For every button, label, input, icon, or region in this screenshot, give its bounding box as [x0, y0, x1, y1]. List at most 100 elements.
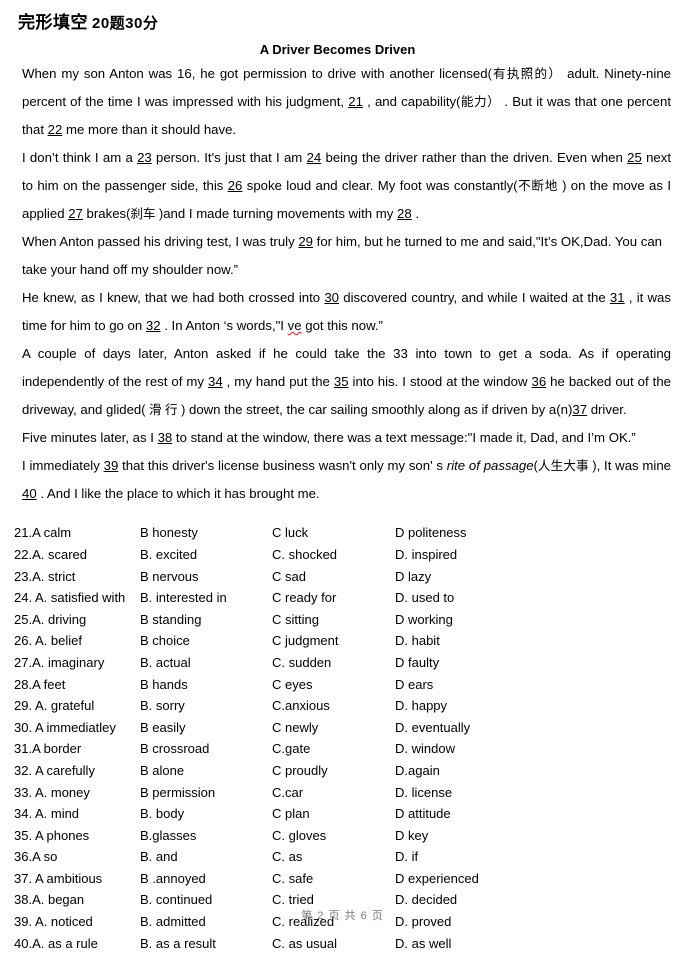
option-choice-d[interactable]: D.again	[395, 763, 440, 778]
option-choice-d[interactable]: D. decided	[395, 892, 457, 907]
option-choice-c[interactable]: C. shocked	[272, 547, 395, 562]
option-choice-b[interactable]: B.glasses	[140, 828, 272, 843]
option-choice-d[interactable]: D lazy	[395, 569, 431, 584]
option-choice-d[interactable]: D working	[395, 612, 453, 627]
option-choice-d[interactable]: D ears	[395, 677, 433, 692]
option-choice-a[interactable]: 24. A. satisfied with	[14, 590, 140, 605]
option-choice-c[interactable]: C sitting	[272, 612, 395, 627]
option-choice-c[interactable]: C.car	[272, 785, 395, 800]
cloze-blank-34: 34	[207, 374, 223, 390]
option-choice-a[interactable]: 21.A calm	[14, 525, 140, 540]
option-choice-d[interactable]: D. eventually	[395, 720, 470, 735]
option-choice-c[interactable]: C.anxious	[272, 698, 395, 713]
option-choice-b[interactable]: B hands	[140, 677, 272, 692]
option-choice-b[interactable]: B .annoyed	[140, 871, 272, 886]
option-choice-d[interactable]: D attitude	[395, 806, 451, 821]
option-choice-c[interactable]: C eyes	[272, 677, 395, 692]
option-number: 32.	[14, 762, 35, 778]
option-choice-d[interactable]: D. as well	[395, 936, 451, 951]
option-choice-a[interactable]: 25.A. driving	[14, 612, 140, 627]
option-choice-a[interactable]: 22.A. scared	[14, 547, 140, 562]
option-choice-c[interactable]: C plan	[272, 806, 395, 821]
option-choice-b[interactable]: B choice	[140, 633, 272, 648]
option-choice-c[interactable]: C sad	[272, 569, 395, 584]
option-label: A feet	[32, 676, 66, 692]
option-row: 37. A ambitious B .annoyed C. safe D experi…	[14, 868, 685, 890]
option-choice-d[interactable]: D faulty	[395, 655, 439, 670]
option-choice-a[interactable]: 27.A. imaginary	[14, 655, 140, 670]
option-choice-b[interactable]: B crossroad	[140, 741, 272, 756]
option-choice-a[interactable]: 23.A. strict	[14, 569, 140, 584]
passage-text: me more than it should have.	[62, 122, 237, 138]
option-row: 33. A. money B permission C.car D. license	[14, 781, 685, 803]
option-choice-d[interactable]: D. happy	[395, 698, 447, 713]
passage-paragraph: I immediately 39 that this driver's lice…	[22, 452, 671, 508]
option-choice-b[interactable]: B standing	[140, 612, 272, 627]
option-choice-a[interactable]: 32. A carefully	[14, 763, 140, 778]
option-choice-c[interactable]: C luck	[272, 525, 395, 540]
option-row: 24. A. satisfied with B. interested in C r…	[14, 587, 685, 609]
option-choice-a[interactable]: 30. A immediatley	[14, 720, 140, 735]
option-row: 34. A. mind B. body C plan D attitude	[14, 803, 685, 825]
option-row: 35. A phones B.glasses C. gloves D key	[14, 824, 685, 846]
option-choice-a[interactable]: 36.A so	[14, 849, 140, 864]
option-choice-d[interactable]: D. license	[395, 785, 452, 800]
option-choice-a[interactable]: 29. A. grateful	[14, 698, 140, 713]
option-choice-c[interactable]: C. safe	[272, 871, 395, 886]
option-choice-a[interactable]: 26. A. belief	[14, 633, 140, 648]
option-choice-c[interactable]: C newly	[272, 720, 395, 735]
option-choice-b[interactable]: B. excited	[140, 547, 272, 562]
option-choice-a[interactable]: 38.A. began	[14, 892, 140, 907]
option-choice-a[interactable]: 33. A. money	[14, 785, 140, 800]
option-choice-d[interactable]: D. used to	[395, 590, 454, 605]
option-choice-b[interactable]: B. actual	[140, 655, 272, 670]
option-choice-d[interactable]: D. window	[395, 741, 455, 756]
option-choice-d[interactable]: D politeness	[395, 525, 467, 540]
option-choice-b[interactable]: B alone	[140, 763, 272, 778]
option-row: 32. A carefully B alone C proudly D.again	[14, 760, 685, 782]
passage-paragraph: I don’t think I am a 23 person. It's jus…	[22, 144, 671, 228]
option-choice-a[interactable]: 34. A. mind	[14, 806, 140, 821]
option-choice-d[interactable]: D experienced	[395, 871, 479, 886]
option-choice-b[interactable]: B. body	[140, 806, 272, 821]
option-choice-c[interactable]: C. as	[272, 849, 395, 864]
option-choice-b[interactable]: B. and	[140, 849, 272, 864]
option-choice-c[interactable]: C. gloves	[272, 828, 395, 843]
passage-text: A couple of days later, Anton asked if h…	[22, 346, 394, 362]
option-choice-b[interactable]: B permission	[140, 785, 272, 800]
chinese-gloss: (有执照的）	[487, 67, 563, 82]
option-choice-a[interactable]: 35. A phones	[14, 828, 140, 843]
option-choice-c[interactable]: C judgment	[272, 633, 395, 648]
option-label: A carefully	[34, 762, 95, 778]
option-choice-a[interactable]: 37. A ambitious	[14, 871, 140, 886]
option-number: 33.	[14, 784, 35, 800]
option-choice-b[interactable]: B. continued	[140, 892, 272, 907]
options-list: 21.A calm B honesty C luck D politeness 22.A…	[0, 522, 685, 954]
option-choice-b[interactable]: B nervous	[140, 569, 272, 584]
option-choice-a[interactable]: 40.A. as a rule	[14, 936, 140, 951]
option-choice-b[interactable]: B easily	[140, 720, 272, 735]
passage-text: and I made turning movements with my	[163, 206, 398, 222]
option-choice-d[interactable]: D. habit	[395, 633, 440, 648]
option-choice-a[interactable]: 31.A border	[14, 741, 140, 756]
option-choice-c[interactable]: C ready for	[272, 590, 395, 605]
cloze-blank-27: 27	[68, 206, 83, 222]
option-choice-d[interactable]: D. inspired	[395, 547, 457, 562]
option-choice-a[interactable]: 28.A feet	[14, 677, 140, 692]
option-choice-d[interactable]: D. if	[395, 849, 418, 864]
option-label: A calm	[32, 525, 72, 541]
option-choice-c[interactable]: C. as usual	[272, 936, 395, 951]
option-choice-b[interactable]: B. interested in	[140, 590, 272, 605]
option-choice-c[interactable]: C. sudden	[272, 655, 395, 670]
option-choice-c[interactable]: C.gate	[272, 741, 395, 756]
option-choice-b[interactable]: B honesty	[140, 525, 272, 540]
passage-text: . And I like the place to which it has b…	[36, 486, 320, 502]
option-row: 25.A. driving B standing C sitting D workin…	[14, 608, 685, 630]
option-row: 40.A. as a rule B. as a result C. as usual…	[14, 932, 685, 954]
option-label: A. grateful	[34, 698, 95, 714]
option-choice-c[interactable]: C proudly	[272, 763, 395, 778]
option-choice-d[interactable]: D key	[395, 828, 428, 843]
option-choice-c[interactable]: C. tried	[272, 892, 395, 907]
option-choice-b[interactable]: B. sorry	[140, 698, 272, 713]
option-choice-b[interactable]: B. as a result	[140, 936, 272, 951]
